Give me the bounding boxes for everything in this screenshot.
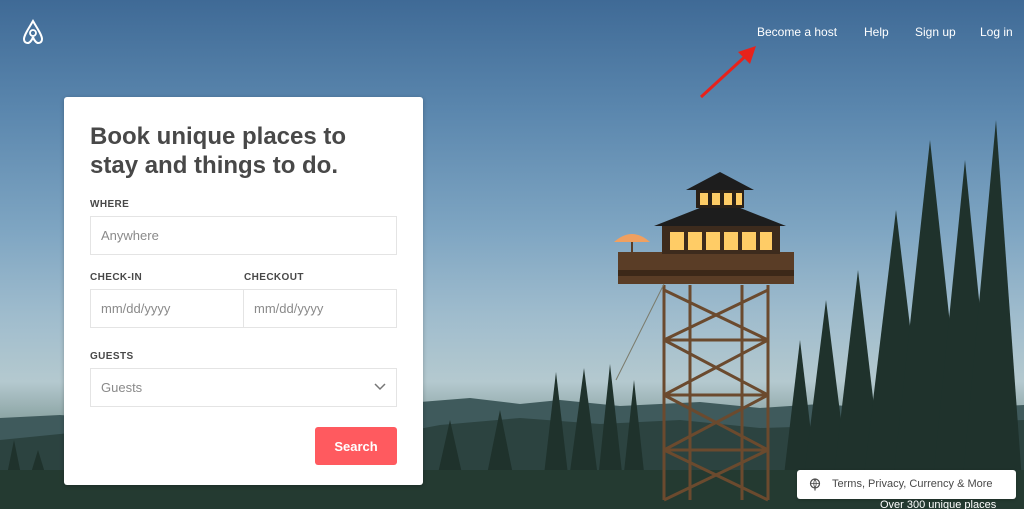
checkin-input[interactable]: mm/dd/yyyy bbox=[90, 289, 244, 328]
search-button[interactable]: Search bbox=[315, 427, 397, 465]
footer-links-label: Terms, Privacy, Currency & More bbox=[832, 478, 993, 490]
footer-links-button[interactable]: Terms, Privacy, Currency & More bbox=[797, 470, 1016, 499]
checkout-label: CHECKOUT bbox=[244, 272, 304, 283]
nav-help[interactable]: Help bbox=[864, 25, 889, 39]
search-heading: Book unique places to stay and things to… bbox=[90, 123, 347, 179]
airbnb-logo-icon[interactable] bbox=[20, 18, 46, 46]
chevron-down-icon bbox=[374, 383, 386, 391]
tagline-text: Over 300 unique places bbox=[880, 499, 997, 509]
search-card: Book unique places to stay and things to… bbox=[64, 97, 423, 485]
nav-log-in[interactable]: Log in bbox=[980, 25, 1013, 39]
checkout-input[interactable]: mm/dd/yyyy bbox=[243, 289, 397, 328]
nav-become-a-host[interactable]: Become a host bbox=[757, 25, 837, 39]
where-placeholder: Anywhere bbox=[101, 228, 159, 243]
nav-sign-up[interactable]: Sign up bbox=[915, 25, 956, 39]
guests-select[interactable]: Guests bbox=[90, 368, 397, 407]
globe-icon bbox=[809, 478, 821, 491]
where-label: WHERE bbox=[90, 199, 130, 210]
guests-value: Guests bbox=[101, 380, 143, 395]
where-input[interactable]: Anywhere bbox=[90, 216, 397, 255]
checkin-label: CHECK-IN bbox=[90, 272, 143, 283]
annotation-arrow-icon bbox=[699, 46, 756, 99]
guests-label: GUESTS bbox=[90, 351, 134, 362]
checkin-placeholder: mm/dd/yyyy bbox=[101, 301, 171, 316]
checkout-placeholder: mm/dd/yyyy bbox=[254, 301, 324, 316]
